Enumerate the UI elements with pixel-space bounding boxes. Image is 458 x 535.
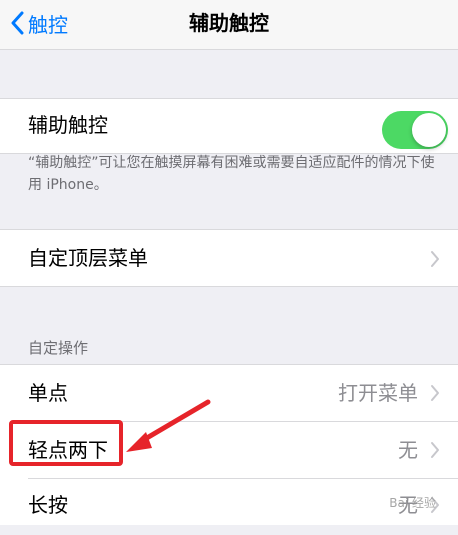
page-title: 辅助触控 (189, 11, 269, 35)
annotation-highlight-box (9, 420, 123, 466)
long-press-label: 长按 (28, 493, 68, 517)
assistive-touch-row[interactable]: 辅助触控 (0, 98, 458, 154)
navigation-bar: 触控 辅助触控 (0, 0, 458, 50)
custom-actions-header: 自定操作 (28, 339, 89, 357)
single-tap-row[interactable]: 单点 打开菜单 (0, 365, 458, 421)
chevron-right-icon (431, 251, 439, 267)
chevron-right-icon (431, 442, 439, 458)
assistive-touch-label: 辅助触控 (28, 113, 108, 137)
watermark: Bai 经验 (389, 496, 436, 510)
customize-top-menu-row[interactable]: 自定顶层菜单 (0, 229, 458, 287)
assistive-touch-description: “辅助触控”可让您在触摸屏幕有困难或需要自适应配件的情况下使用 iPhone。 (28, 155, 435, 193)
double-tap-value: 无 (398, 438, 418, 462)
annotation-arrow-icon (126, 399, 211, 452)
assistive-touch-toggle[interactable] (382, 111, 448, 149)
chevron-right-icon (431, 385, 439, 401)
customize-top-menu-label: 自定顶层菜单 (28, 246, 148, 270)
single-tap-label: 单点 (28, 381, 68, 405)
single-tap-value: 打开菜单 (338, 381, 418, 405)
toggle-knob (412, 113, 446, 147)
